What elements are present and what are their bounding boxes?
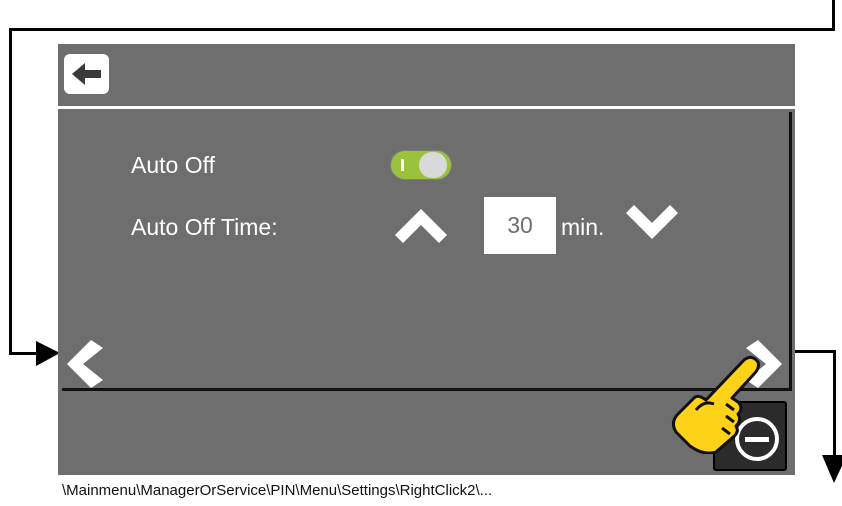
chevron-down-icon <box>626 205 678 239</box>
flow-line-left-bottom <box>9 352 39 355</box>
menu-path-caption: \Mainmenu\ManagerOrService\PIN\Menu\Sett… <box>62 482 493 499</box>
flow-arrowhead-down-icon <box>822 455 842 483</box>
header-divider <box>58 106 795 109</box>
flow-arrowhead-right-icon <box>36 341 60 366</box>
increase-time-button[interactable] <box>395 205 447 249</box>
flow-line-top-right <box>832 0 835 31</box>
auto-off-label: Auto Off <box>131 152 215 178</box>
chevron-up-icon <box>395 209 447 243</box>
arrow-left-icon <box>72 63 101 85</box>
auto-off-time-label: Auto Off Time: <box>131 214 278 240</box>
toggle-on-mark <box>401 159 404 171</box>
pointing-hand-icon <box>671 355 760 454</box>
back-button[interactable] <box>64 54 109 94</box>
flow-line-top <box>9 28 835 31</box>
auto-off-time-value[interactable]: 30 <box>484 197 556 254</box>
chevron-left-icon <box>67 340 103 388</box>
header-bar <box>58 44 795 106</box>
previous-page-button[interactable] <box>63 338 109 390</box>
auto-off-toggle[interactable] <box>390 150 452 180</box>
decrease-time-button[interactable] <box>626 205 678 249</box>
flow-line-left <box>9 28 12 355</box>
toggle-knob <box>419 152 447 178</box>
flow-line-right-down <box>833 350 836 460</box>
time-unit-label: min. <box>561 214 605 240</box>
